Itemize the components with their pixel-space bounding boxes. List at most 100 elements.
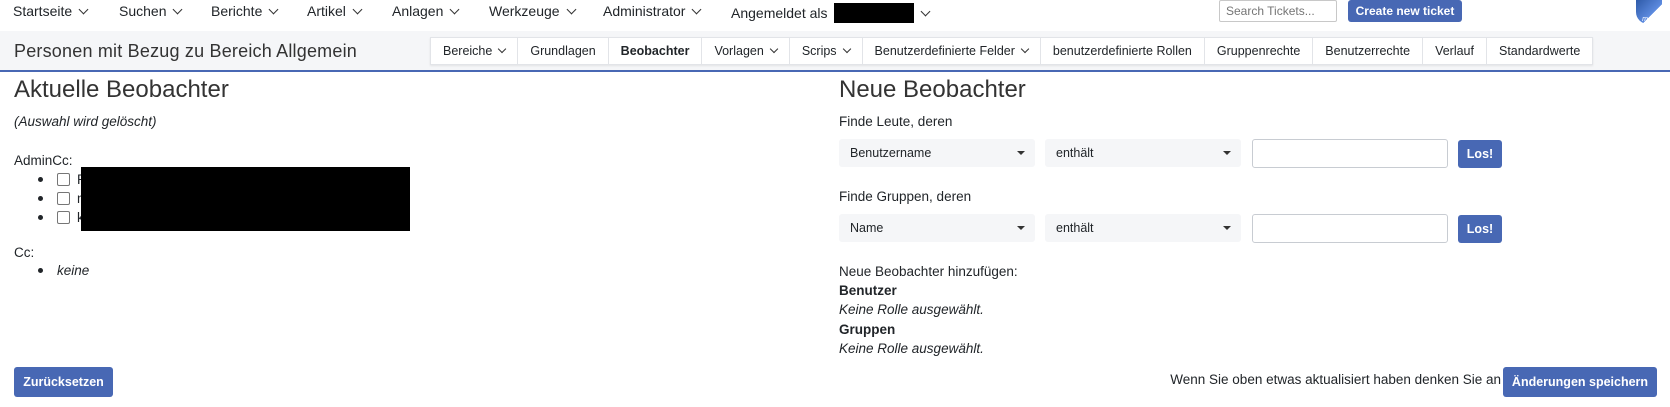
chevron-down-icon bbox=[268, 4, 279, 14]
tab-custom-roles[interactable]: benutzerdefinierte Rollen bbox=[1041, 38, 1205, 64]
tab-history-label: Verlauf bbox=[1435, 44, 1474, 58]
groups-go-button[interactable]: Los! bbox=[1458, 215, 1502, 243]
people-field-value: Benutzername bbox=[850, 146, 932, 160]
admincc-checkbox[interactable] bbox=[57, 173, 70, 186]
chevron-down-icon bbox=[449, 4, 460, 14]
menu-administrator[interactable]: Administrator bbox=[603, 3, 702, 19]
chevron-down-icon bbox=[352, 4, 363, 14]
people-operator-select[interactable]: enthält bbox=[1045, 139, 1241, 167]
bullet-dot bbox=[38, 215, 43, 220]
cc-item: keine bbox=[38, 263, 89, 278]
menu-startseite[interactable]: Startseite bbox=[13, 3, 89, 19]
menu-berichte[interactable]: Berichte bbox=[211, 3, 279, 19]
save-changes-button[interactable]: Änderungen speichern bbox=[1503, 367, 1657, 397]
people-field-select[interactable]: Benutzername bbox=[839, 139, 1035, 167]
users-heading: Benutzer bbox=[839, 283, 897, 298]
find-groups-label: Finde Gruppen, deren bbox=[839, 189, 972, 204]
menu-logged-in-label: Angemeldet als bbox=[731, 5, 828, 21]
tab-grundlagen[interactable]: Grundlagen bbox=[518, 38, 609, 64]
chevron-down-icon bbox=[842, 44, 851, 54]
menu-startseite-label: Startseite bbox=[13, 3, 73, 19]
admincc-label: AdminCc: bbox=[14, 153, 73, 168]
menu-anlagen-label: Anlagen bbox=[392, 3, 444, 19]
bullet-dot bbox=[38, 268, 43, 273]
tab-scrips-label: Scrips bbox=[801, 44, 837, 58]
menu-berichte-label: Berichte bbox=[211, 3, 263, 19]
find-people-label: Finde Leute, deren bbox=[839, 114, 953, 129]
groups-no-role-text: Keine Rolle ausgewählt. bbox=[839, 341, 984, 356]
brand-logo: metro bbox=[1636, 0, 1662, 24]
chevron-down-icon bbox=[78, 4, 89, 14]
chevron-down-icon bbox=[920, 6, 930, 16]
menu-werkzeuge[interactable]: Werkzeuge bbox=[489, 3, 577, 19]
tab-user-rights[interactable]: Benutzerrechte bbox=[1313, 38, 1424, 64]
logo-text: metro bbox=[1642, 16, 1660, 23]
people-go-button[interactable]: Los! bbox=[1458, 140, 1502, 168]
tab-bar: Bereiche Grundlagen Beobachter Vorlagen … bbox=[430, 37, 1594, 65]
add-watchers-label: Neue Beobachter hinzufügen: bbox=[839, 264, 1018, 279]
menu-administrator-label: Administrator bbox=[603, 3, 686, 19]
selection-removed-note: (Auswahl wird gelöscht) bbox=[14, 114, 157, 129]
tab-custom-roles-label: benutzerdefinierte Rollen bbox=[1052, 44, 1192, 58]
tab-bereiche[interactable]: Bereiche bbox=[431, 38, 519, 64]
new-watchers-heading: Neue Beobachter bbox=[839, 76, 1026, 103]
bullet-dot bbox=[38, 177, 43, 182]
page-title: Personen mit Bezug zu Bereich Allgemein bbox=[14, 41, 357, 61]
groups-field-select[interactable]: Name bbox=[839, 214, 1035, 242]
save-hint-text: Wenn Sie oben etwas aktualisiert haben d… bbox=[1170, 372, 1501, 387]
tab-custom-fields[interactable]: Benutzerdefinierte Felder bbox=[863, 38, 1041, 64]
tab-user-rights-label: Benutzerrechte bbox=[1325, 44, 1411, 58]
tab-group-rights-label: Gruppenrechte bbox=[1216, 44, 1301, 58]
caret-down-icon bbox=[1223, 226, 1231, 230]
admincc-checkbox[interactable] bbox=[57, 192, 70, 205]
admincc-item: k bbox=[38, 210, 84, 225]
search-tickets-input[interactable] bbox=[1219, 0, 1337, 22]
chevron-down-icon bbox=[566, 4, 577, 14]
page-header: Personen mit Bezug zu Bereich Allgemein … bbox=[0, 31, 1670, 72]
menu-werkzeuge-label: Werkzeuge bbox=[489, 3, 560, 19]
menu-anlagen[interactable]: Anlagen bbox=[392, 3, 460, 19]
cc-label: Cc: bbox=[14, 245, 35, 260]
tab-beobachter-label: Beobachter bbox=[620, 44, 690, 58]
chevron-down-icon bbox=[769, 44, 779, 54]
menu-logged-in-as[interactable]: Angemeldet als bbox=[731, 3, 930, 23]
reset-button[interactable]: Zurücksetzen bbox=[14, 367, 113, 397]
admincc-item: P bbox=[38, 172, 86, 187]
redacted-names-block bbox=[81, 167, 410, 231]
cc-none-text: keine bbox=[57, 263, 90, 278]
tab-history[interactable]: Verlauf bbox=[1423, 38, 1487, 64]
tab-vorlagen[interactable]: Vorlagen bbox=[702, 38, 790, 64]
tab-scrips[interactable]: Scrips bbox=[790, 38, 863, 64]
menu-suchen[interactable]: Suchen bbox=[119, 3, 183, 19]
caret-down-icon bbox=[1223, 151, 1231, 155]
caret-down-icon bbox=[1017, 226, 1025, 230]
admincc-checkbox[interactable] bbox=[57, 211, 70, 224]
tab-custom-fields-label: Benutzerdefinierte Felder bbox=[874, 44, 1015, 58]
tab-group-rights[interactable]: Gruppenrechte bbox=[1205, 38, 1314, 64]
tab-beobachter[interactable]: Beobachter bbox=[609, 38, 703, 64]
menu-artikel[interactable]: Artikel bbox=[307, 3, 363, 19]
groups-search-input[interactable] bbox=[1252, 214, 1448, 243]
menu-artikel-label: Artikel bbox=[307, 3, 346, 19]
redacted-username bbox=[833, 3, 914, 23]
menu-suchen-label: Suchen bbox=[119, 3, 167, 19]
current-watchers-heading: Aktuelle Beobachter bbox=[14, 76, 229, 103]
tab-vorlagen-label: Vorlagen bbox=[714, 44, 764, 58]
chevron-down-icon bbox=[498, 44, 507, 54]
groups-heading: Gruppen bbox=[839, 322, 896, 337]
top-menu-bar: Startseite Suchen Berichte Artikel Anlag… bbox=[0, 0, 1670, 27]
chevron-down-icon bbox=[692, 4, 702, 14]
tab-defaults-label: Standardwerte bbox=[1498, 44, 1581, 58]
tab-defaults[interactable]: Standardwerte bbox=[1487, 38, 1592, 64]
chevron-down-icon bbox=[173, 4, 183, 14]
create-new-ticket-button[interactable]: Create new ticket bbox=[1348, 0, 1462, 22]
groups-field-value: Name bbox=[850, 221, 884, 235]
caret-down-icon bbox=[1017, 151, 1025, 155]
users-no-role-text: Keine Rolle ausgewählt. bbox=[839, 302, 984, 317]
chevron-down-icon bbox=[1020, 44, 1030, 54]
groups-operator-select[interactable]: enthält bbox=[1045, 214, 1241, 242]
tab-bereiche-label: Bereiche bbox=[443, 44, 493, 58]
bullet-dot bbox=[38, 196, 43, 201]
people-search-input[interactable] bbox=[1252, 139, 1448, 168]
people-operator-value: enthält bbox=[1056, 146, 1094, 160]
